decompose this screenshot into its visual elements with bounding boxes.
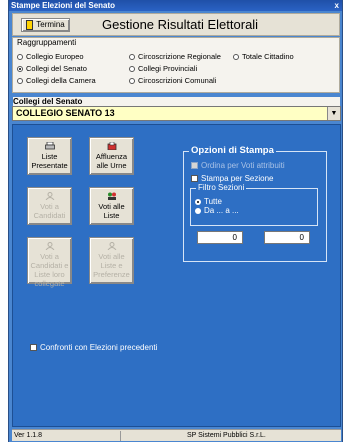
party-list-icon [107, 192, 116, 200]
radio-dot [129, 54, 135, 61]
sezione-da-input[interactable]: 0 [197, 231, 243, 244]
radio-dot-selected [195, 198, 201, 205]
checkbox-box [191, 162, 198, 170]
termina-button[interactable]: Termina [21, 18, 70, 32]
radio-circoscrizione-regionale[interactable]: Circoscrizione Regionale [129, 52, 221, 61]
radio-collegio-europeo[interactable]: Collegio Europeo [17, 52, 84, 61]
radio-dot [129, 66, 135, 73]
radio-dot [129, 78, 135, 85]
candidate-list-icon [45, 242, 54, 250]
radio-totale-cittadino[interactable]: Totale Cittadino [233, 52, 294, 61]
voti-liste-preferenze-button[interactable]: Voti alle Liste e Preferenze [89, 237, 134, 284]
collegio-selected-value: COLLEGIO SENATO 13 [16, 108, 115, 118]
version-text: Ver 1.1.8 [14, 432, 43, 439]
radio-label: Collegi della Camera [26, 76, 96, 85]
stampe-window: Stampe Elezioni del Senato x Termina Ges… [8, 0, 343, 442]
radio-dot [17, 78, 23, 85]
termina-label: Termina [36, 20, 65, 29]
checkbox-box [191, 175, 198, 183]
title-bar: Stampe Elezioni del Senato x [9, 0, 342, 11]
status-bar: Ver 1.1.8 SP Sistemi Pubblici S.r.L. [12, 429, 341, 441]
radio-label: Da ... a ... [204, 206, 239, 215]
radio-da-a[interactable]: Da ... a ... [195, 206, 239, 215]
radio-dot [17, 54, 23, 61]
filtro-sezioni-title: Filtro Sezioni [196, 183, 247, 192]
radio-label: Circoscrizioni Comunali [138, 76, 217, 85]
checkbox-label: Stampa per Sezione [201, 174, 274, 183]
checkbox-box [30, 344, 37, 352]
radio-dot [195, 207, 201, 214]
voti-candidati-liste-button[interactable]: Voti a Candidati e Liste loro collegate [27, 237, 72, 288]
preferences-icon [107, 242, 116, 250]
radio-dot [233, 54, 239, 61]
liste-presentate-label: Liste Presentate [31, 152, 68, 170]
radio-circoscrizioni-comunali[interactable]: Circoscrizioni Comunali [129, 76, 216, 85]
close-icon[interactable]: x [335, 0, 339, 11]
radio-collegi-provinciali[interactable]: Collegi Provinciali [129, 64, 197, 73]
affluenza-button[interactable]: Affluenza alle Urne [89, 137, 134, 175]
voti-candidati-liste-label: Voti a Candidati e Liste loro collegate [30, 252, 69, 288]
collegio-select[interactable]: COLLEGIO SENATO 13 ▼ [12, 106, 341, 121]
app-title: Gestione Risultati Elettorali [102, 17, 259, 32]
stampa-sezione-checkbox[interactable]: Stampa per Sezione [191, 174, 274, 183]
opzioni-stampa-title: Opzioni di Stampa [189, 145, 276, 156]
collegi-label: Collegi del Senato [13, 97, 340, 106]
right-margin [343, 0, 354, 442]
radio-label: Collegi del Senato [26, 64, 87, 73]
affluenza-label: Affluenza alle Urne [95, 152, 128, 170]
radio-tutte[interactable]: Tutte [195, 197, 222, 206]
radio-label: Tutte [204, 197, 222, 206]
status-divider [120, 431, 121, 441]
raggruppamenti-group: Raggruppamenti Collegio Europeo Circoscr… [12, 37, 340, 93]
sezione-a-input[interactable]: 0 [264, 231, 310, 244]
voti-candidati-label: Voti a Candidati [33, 202, 66, 220]
raggruppamenti-title: Raggruppamenti [17, 38, 77, 47]
voti-candidati-button[interactable]: Voti a Candidati [27, 187, 72, 225]
radio-label: Totale Cittadino [242, 52, 294, 61]
door-exit-icon [26, 19, 34, 30]
window-title: Stampe Elezioni del Senato [11, 1, 116, 10]
radio-label: Circoscrizione Regionale [138, 52, 221, 61]
company-text: SP Sistemi Pubblici S.r.L. [187, 432, 266, 439]
liste-presentate-button[interactable]: Liste Presentate [27, 137, 72, 175]
chevron-down-icon[interactable]: ▼ [327, 107, 340, 120]
printer-icon [44, 142, 55, 150]
checkbox-label: Confronti con Elezioni precedenti [40, 343, 158, 352]
confronti-checkbox[interactable]: Confronti con Elezioni precedenti [30, 343, 157, 352]
candidate-icon [45, 192, 54, 200]
voti-liste-label: Voti alle Liste [98, 202, 125, 220]
voti-liste-preferenze-label: Voti alle Liste e Preferenze [93, 252, 130, 279]
radio-label: Collegio Europeo [26, 52, 84, 61]
voti-liste-button[interactable]: Voti alle Liste [89, 187, 134, 225]
radio-collegi-camera[interactable]: Collegi della Camera [17, 76, 96, 85]
top-toolbar: Termina Gestione Risultati Elettorali [12, 13, 340, 36]
radio-label: Collegi Provinciali [138, 64, 198, 73]
radio-collegi-senato[interactable]: Collegi del Senato [17, 64, 87, 73]
ballot-box-icon [107, 142, 116, 150]
radio-dot-selected [17, 66, 23, 73]
ordina-voti-checkbox[interactable]: Ordina per Voti attribuiti [191, 161, 285, 170]
checkbox-label: Ordina per Voti attribuiti [201, 161, 285, 170]
